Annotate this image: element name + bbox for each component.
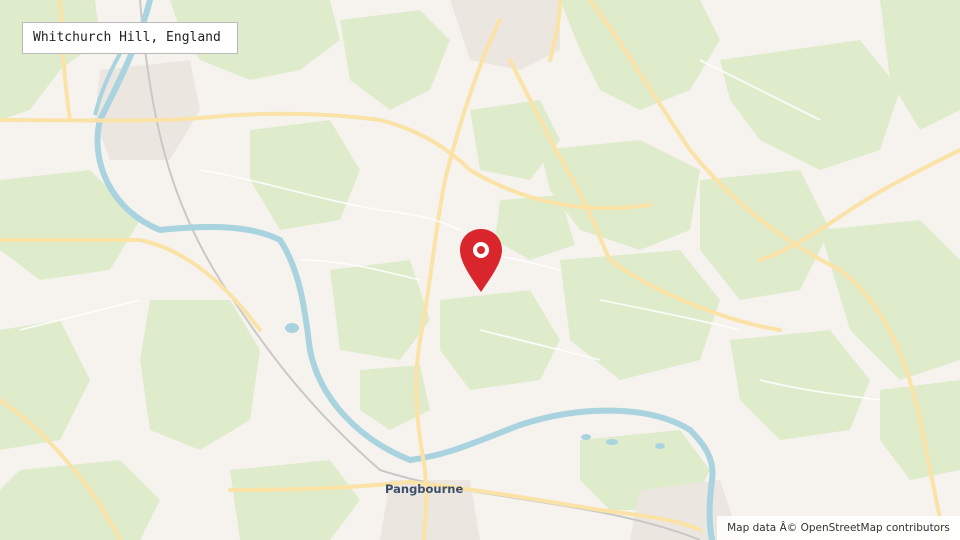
location-title: Whitchurch Hill, England (22, 22, 238, 54)
map-attribution[interactable]: Map data Â© OpenStreetMap contributors (717, 516, 960, 540)
map-canvas[interactable] (0, 0, 960, 540)
town-label: Pangbourne (385, 482, 464, 496)
